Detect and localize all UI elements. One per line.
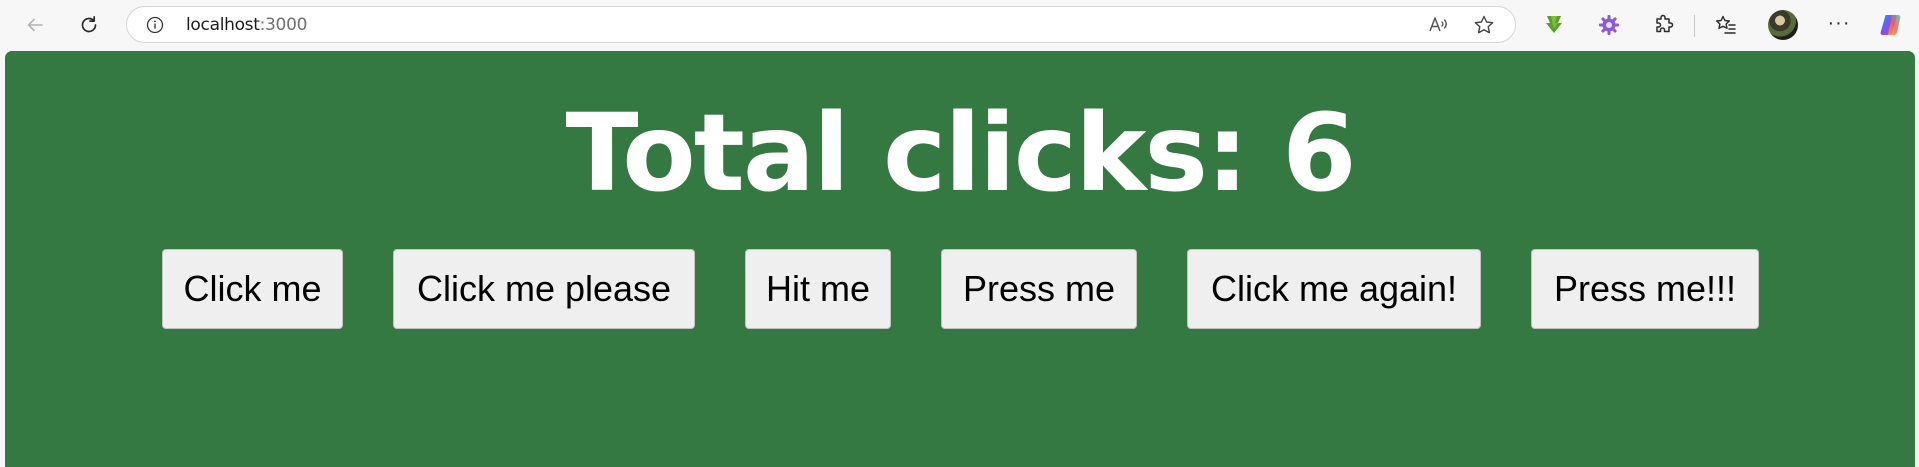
click-me-button[interactable]: Click me	[162, 249, 343, 329]
address-bar[interactable]: localhost:3000	[126, 6, 1516, 43]
info-icon	[146, 16, 164, 34]
url-host: localhost	[186, 15, 260, 35]
back-arrow-icon	[27, 18, 43, 32]
copilot-button[interactable]	[1877, 11, 1905, 39]
url-port: :3000	[259, 15, 308, 35]
more-icon[interactable]: ···	[1824, 12, 1854, 38]
purple-gear-extension-icon	[1599, 15, 1619, 35]
avatar[interactable]	[1768, 10, 1798, 40]
puzzle-icon	[1656, 14, 1674, 33]
press-me-button[interactable]: Press me	[941, 249, 1137, 329]
refresh-button[interactable]	[72, 8, 106, 42]
browser-toolbar: localhost:3000 ···	[0, 0, 1919, 50]
click-me-again-button[interactable]: Click me again!	[1187, 249, 1481, 329]
hit-me-button[interactable]: Hit me	[745, 249, 891, 329]
gear-extension-button[interactable]	[1595, 11, 1623, 39]
read-aloud-button[interactable]	[1427, 14, 1449, 36]
download-extension-button[interactable]	[1540, 11, 1568, 39]
read-aloud-icon	[1429, 17, 1447, 32]
refresh-icon	[81, 15, 97, 33]
copilot-icon	[1880, 15, 1901, 35]
favorites-button[interactable]	[1712, 11, 1740, 39]
green-download-extension-icon	[1546, 16, 1562, 33]
url-text[interactable]: localhost:3000	[186, 16, 307, 34]
click-me-please-button[interactable]: Click me please	[393, 249, 695, 329]
star-icon	[1474, 15, 1494, 34]
press-me-exclaim-button[interactable]: Press me!!!	[1531, 249, 1759, 329]
back-button[interactable]	[18, 8, 52, 42]
page-viewport: Total clicks: 6 Click me Click me please…	[5, 51, 1915, 467]
site-info-button[interactable]	[146, 16, 164, 34]
extensions-button[interactable]	[1650, 11, 1678, 39]
favorite-button[interactable]	[1473, 14, 1495, 36]
total-clicks-heading: Total clicks: 6	[565, 92, 1356, 216]
favorites-list-icon	[1716, 15, 1736, 34]
toolbar-divider	[1694, 15, 1695, 37]
